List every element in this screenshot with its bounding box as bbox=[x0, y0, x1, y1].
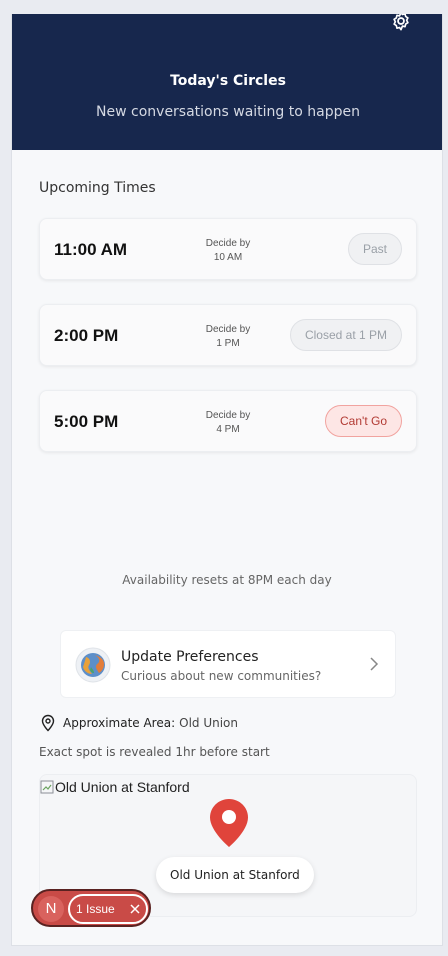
broken-image-icon bbox=[40, 780, 54, 794]
next-logo[interactable]: N bbox=[38, 896, 64, 922]
update-preferences-button[interactable]: Update Preferences Curious about new com… bbox=[60, 630, 396, 698]
page-subtitle: New conversations waiting to happen bbox=[96, 104, 360, 120]
decide-by-time: 1 PM bbox=[216, 338, 240, 349]
preferences-subtitle: Curious about new communities? bbox=[121, 669, 322, 683]
decide-by-time: 4 PM bbox=[216, 424, 240, 435]
slot-time: 5:00 PM bbox=[54, 412, 119, 431]
approximate-area: Approximate Area: Old Union bbox=[39, 714, 238, 732]
decide-by-label: Decide by bbox=[205, 324, 251, 335]
header: Today's Circles New conversations waitin… bbox=[12, 14, 442, 150]
area-label: Approximate Area: bbox=[63, 716, 176, 730]
app-frame: Today's Circles New conversations waitin… bbox=[11, 14, 443, 946]
dev-issues-overlay[interactable]: N 1 Issue bbox=[31, 889, 151, 927]
time-slot-card: 5:00 PM Decide by 4 PM Can't Go bbox=[39, 390, 417, 452]
gear-icon[interactable] bbox=[390, 14, 412, 32]
map-image: Old Union at Stanford bbox=[40, 779, 190, 795]
location-pin-icon bbox=[41, 714, 55, 732]
decide-by: Decide by 1 PM bbox=[190, 323, 266, 351]
close-icon[interactable] bbox=[130, 904, 140, 914]
decide-by-label: Decide by bbox=[205, 238, 251, 249]
exact-spot-note: Exact spot is revealed 1hr before start bbox=[39, 745, 270, 759]
slot-time: 11:00 AM bbox=[54, 240, 128, 259]
decide-by: Decide by 10 AM bbox=[190, 237, 266, 265]
chevron-right-icon bbox=[370, 657, 379, 671]
decide-by: Decide by 4 PM bbox=[190, 409, 266, 437]
area-value: Old Union bbox=[179, 716, 239, 730]
preferences-title: Update Preferences bbox=[121, 649, 259, 665]
cant-go-button[interactable]: Can't Go bbox=[325, 405, 402, 437]
issues-count: 1 Issue bbox=[76, 902, 115, 916]
decide-by-label: Decide by bbox=[205, 410, 251, 421]
slot-status-button[interactable]: Past bbox=[347, 233, 402, 265]
availability-reset-note: Availability resets at 8PM each day bbox=[122, 573, 332, 587]
map-location-label: Old Union at Stanford bbox=[156, 857, 314, 893]
time-slot-card: 11:00 AM Decide by 10 AM Past bbox=[39, 218, 417, 280]
map-marker-icon[interactable] bbox=[209, 798, 249, 848]
slot-status-button[interactable]: Closed at 1 PM bbox=[289, 319, 402, 351]
upcoming-times-heading: Upcoming Times bbox=[39, 180, 156, 196]
time-slot-card: 2:00 PM Decide by 1 PM Closed at 1 PM bbox=[39, 304, 417, 366]
decide-by-time: 10 AM bbox=[213, 252, 243, 263]
slot-time: 2:00 PM bbox=[54, 326, 119, 345]
issues-badge[interactable]: 1 Issue bbox=[68, 894, 148, 924]
page-title: Today's Circles bbox=[170, 73, 286, 89]
map-image-alt: Old Union at Stanford bbox=[55, 779, 190, 795]
globe-icon bbox=[75, 647, 111, 683]
